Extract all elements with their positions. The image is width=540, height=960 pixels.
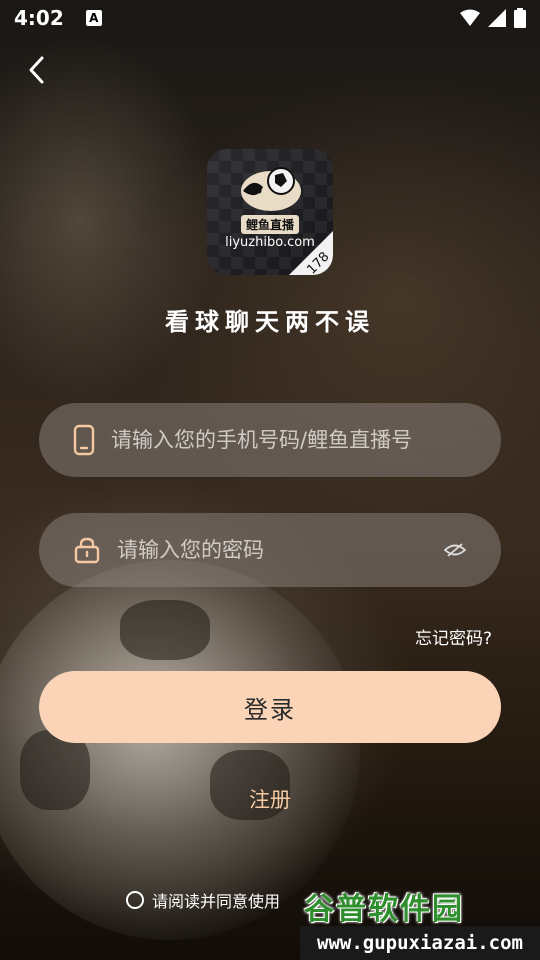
status-time: 4:02	[14, 6, 64, 30]
watermark-url: www.gupuxiazai.com	[300, 926, 540, 960]
carp-mascot-icon	[241, 167, 301, 211]
phone-field[interactable]	[39, 403, 501, 477]
login-button[interactable]: 登录	[39, 671, 501, 743]
status-bar: 4:02 A	[0, 0, 540, 36]
slogan: 看球聊天两不误	[165, 308, 375, 336]
phone-icon	[73, 424, 95, 456]
lock-icon	[74, 537, 100, 564]
forgot-password-link[interactable]: 忘记密码?	[415, 624, 492, 649]
battery-icon	[514, 8, 526, 28]
eye-off-icon[interactable]	[443, 542, 467, 558]
register-link[interactable]: 注册	[0, 784, 540, 814]
text-recognition-icon: A	[85, 10, 102, 26]
watermark-title: 谷普软件园	[304, 892, 464, 927]
agreement-text: 请阅读并同意使用	[152, 892, 281, 911]
soccer-ball-background	[0, 560, 360, 940]
agreement-row[interactable]: 请阅读并同意使用	[126, 888, 280, 912]
password-input[interactable]	[115, 537, 443, 563]
phone-input[interactable]	[109, 427, 467, 453]
site-watermark: 谷普软件园 www.gupuxiazai.com	[300, 884, 540, 960]
signal-icon	[488, 9, 506, 27]
agreement-checkbox[interactable]	[126, 891, 144, 909]
password-field[interactable]	[39, 513, 501, 587]
back-button[interactable]	[18, 52, 54, 88]
chevron-left-icon	[29, 56, 44, 84]
wifi-icon	[460, 9, 480, 26]
app-logo: 鲤鱼直播 liyuzhibo.com 178	[207, 149, 333, 275]
